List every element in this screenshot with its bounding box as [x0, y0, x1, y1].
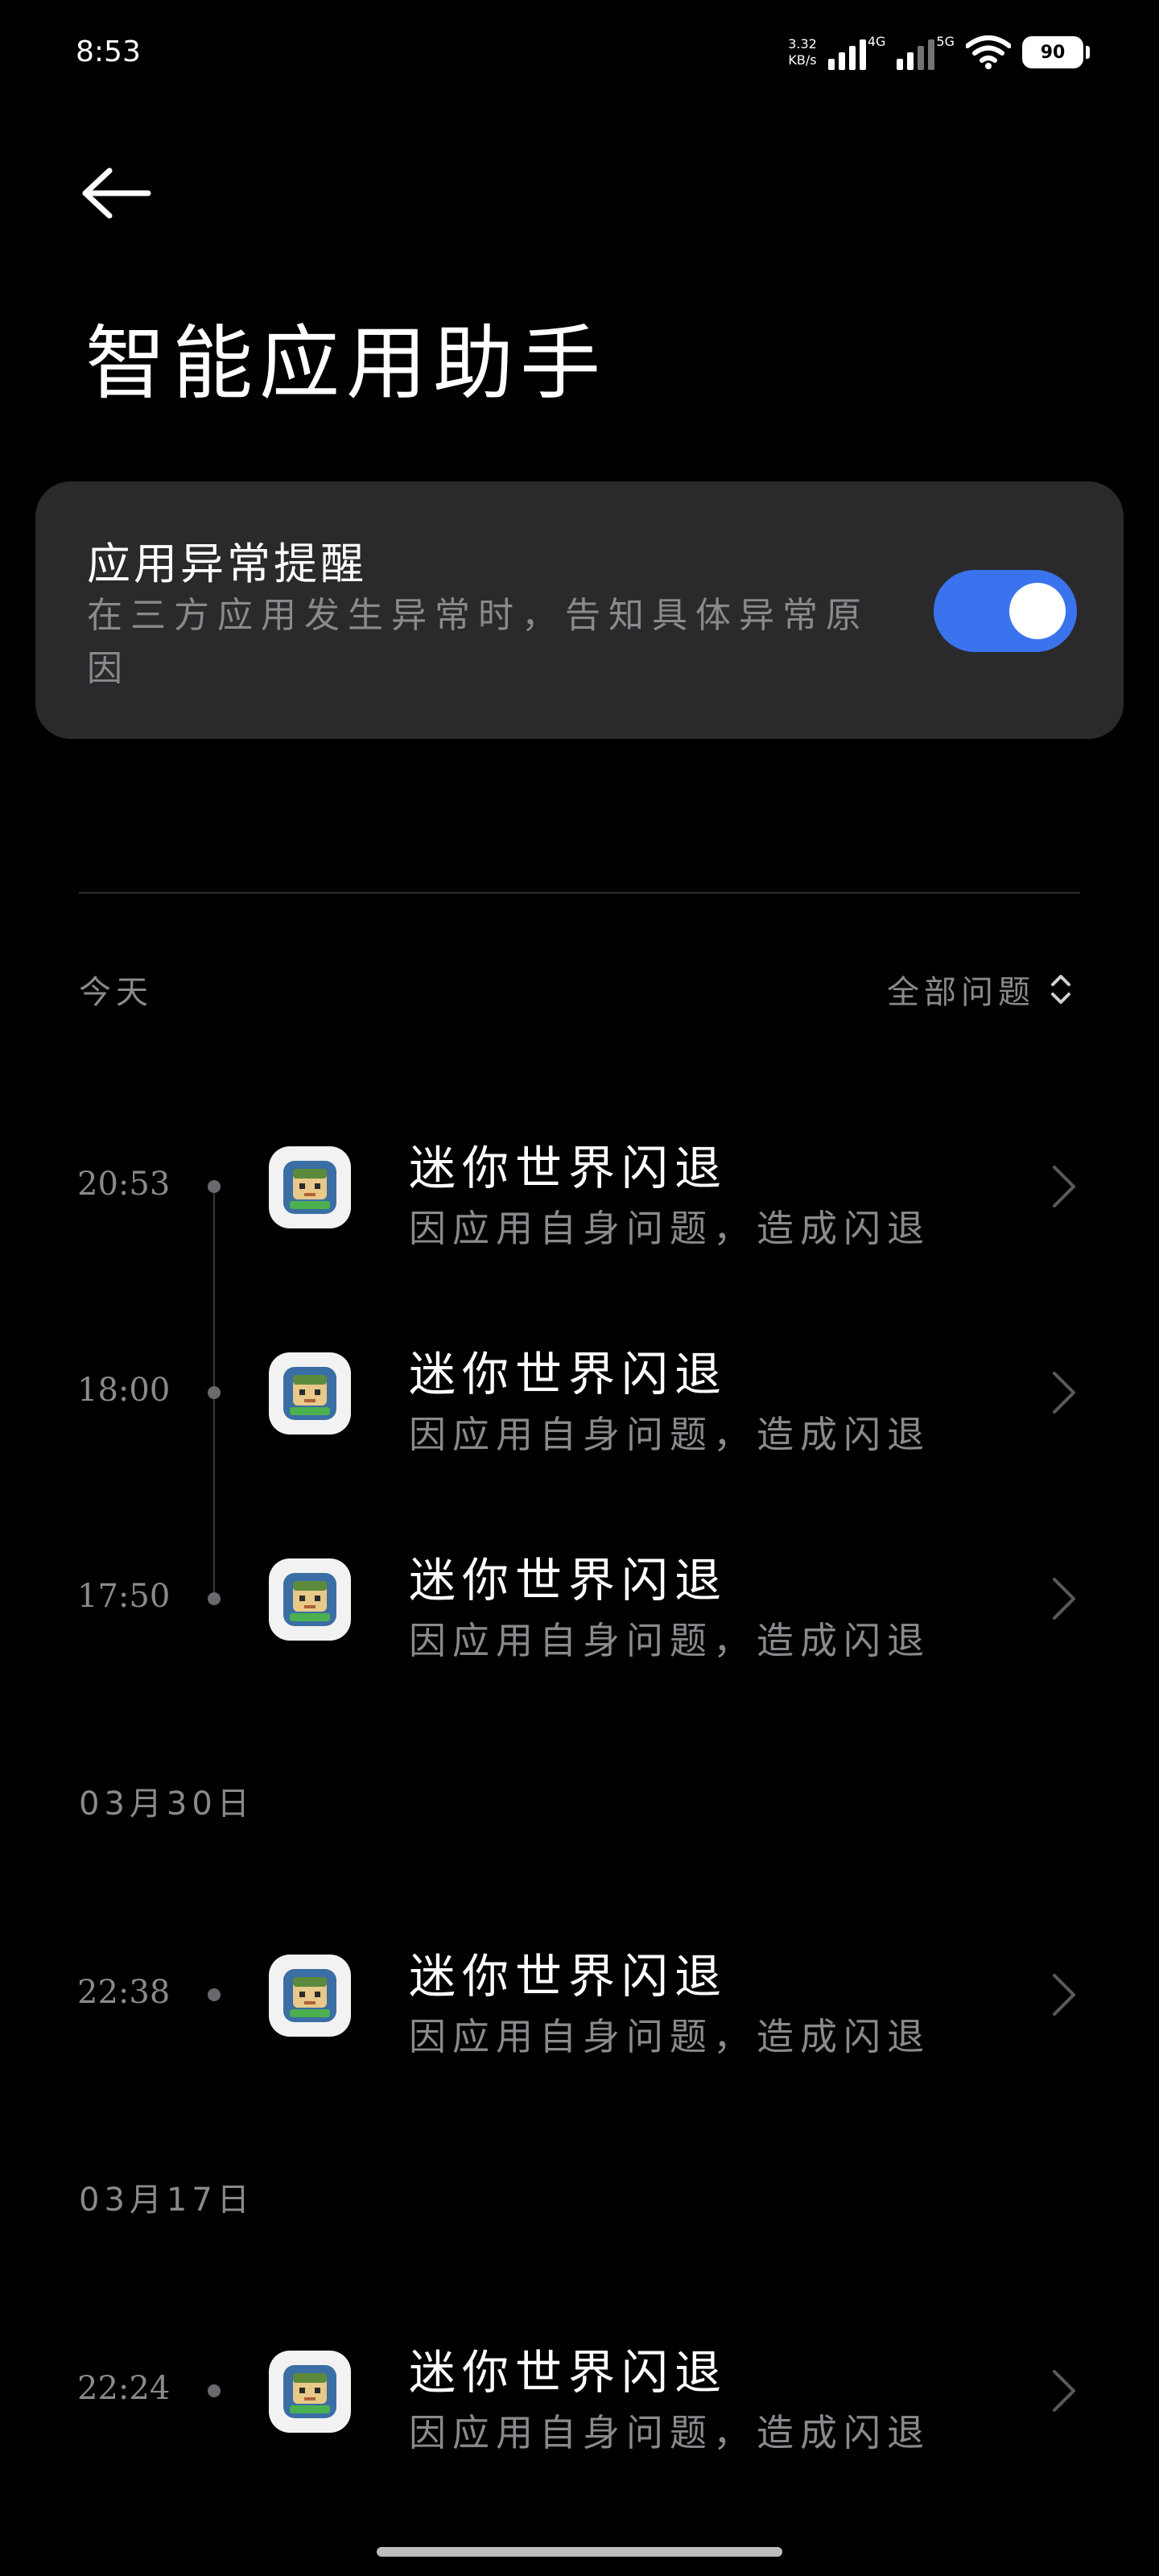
- section-date-today: 今天: [79, 974, 153, 1011]
- chevron-right-icon[interactable]: [1050, 1162, 1079, 1211]
- mini-world-app-art: [283, 1969, 336, 2022]
- mini-world-app-art: [283, 1573, 336, 1626]
- network-gen-2: 5G: [936, 33, 955, 49]
- network-speed-unit: KB/s: [788, 52, 817, 68]
- mini-world-app-icon: [269, 2351, 351, 2433]
- alert-toggle-description: 在三方应用发生异常时，告知具体异常原因: [87, 595, 869, 689]
- mini-world-app-icon: [269, 1352, 351, 1435]
- page-title: 智能应用助手: [85, 316, 607, 411]
- mini-world-app-art: [283, 2365, 336, 2418]
- item-description: 因应用自身问题，造成闪退: [409, 2015, 930, 2058]
- item-time: 22:38: [77, 1974, 171, 2011]
- item-description: 因应用自身问题，造成闪退: [409, 1413, 930, 1456]
- chevron-right-icon[interactable]: [1050, 1971, 1079, 2019]
- status-indicators: 3.32 KB/s 4G 5G 90: [788, 32, 1090, 72]
- signal-icon-2: [897, 35, 935, 70]
- sort-up-down-icon: [1051, 975, 1070, 1004]
- item-title[interactable]: 迷你世界闪退: [409, 1542, 728, 1610]
- filter-label: 全部问题: [887, 974, 1035, 1011]
- item-time: 20:53: [77, 1166, 171, 1203]
- item-description: 因应用自身问题，造成闪退: [409, 2411, 930, 2454]
- toggle-knob: [1009, 583, 1066, 639]
- mini-world-app-icon: [269, 1955, 351, 2037]
- item-description: 因应用自身问题，造成闪退: [409, 1207, 930, 1250]
- mini-world-app-art: [283, 1161, 336, 1214]
- item-title[interactable]: 迷你世界闪退: [409, 1938, 728, 2006]
- network-gen-1: 4G: [867, 33, 886, 49]
- network-speed-value: 3.32: [788, 36, 817, 52]
- home-indicator[interactable]: [377, 2547, 782, 2557]
- item-time: 17:50: [77, 1578, 171, 1615]
- arrow-left-icon: [82, 167, 151, 219]
- mini-world-app-art: [283, 1367, 336, 1420]
- mini-world-app-icon: [269, 1146, 351, 1228]
- item-time: 18:00: [77, 1372, 171, 1409]
- chevron-right-icon[interactable]: [1050, 1368, 1079, 1417]
- timeline-dot: [208, 2384, 221, 2397]
- filter-dropdown[interactable]: 全部问题: [887, 966, 1072, 1013]
- divider: [79, 892, 1080, 894]
- alert-toggle-title: 应用异常提醒: [87, 539, 367, 589]
- chevron-right-icon[interactable]: [1050, 2367, 1079, 2415]
- item-title[interactable]: 迷你世界闪退: [409, 2334, 728, 2402]
- battery-level: 90: [1040, 42, 1066, 63]
- section-date: 03月17日: [79, 2182, 254, 2219]
- timeline-dot: [208, 1386, 221, 1399]
- status-time: 8:53: [76, 35, 141, 68]
- battery-icon: 90: [1022, 36, 1090, 68]
- item-title[interactable]: 迷你世界闪退: [409, 1130, 728, 1198]
- signal-icon-1: [827, 35, 866, 70]
- back-button[interactable]: [77, 161, 155, 225]
- chevron-right-icon[interactable]: [1050, 1575, 1079, 1623]
- network-speed: 3.32 KB/s: [788, 36, 817, 68]
- timeline-dot: [208, 1180, 221, 1193]
- timeline-dot: [208, 1988, 221, 2001]
- mini-world-app-icon: [269, 1558, 351, 1641]
- section-date: 03月30日: [79, 1785, 254, 1823]
- wifi-icon: [966, 35, 1011, 69]
- alert-toggle-switch[interactable]: [934, 570, 1077, 652]
- item-title[interactable]: 迷你世界闪退: [409, 1336, 728, 1404]
- item-time: 22:24: [77, 2370, 171, 2407]
- item-description: 因应用自身问题，造成闪退: [409, 1619, 930, 1662]
- timeline-dot: [208, 1592, 221, 1605]
